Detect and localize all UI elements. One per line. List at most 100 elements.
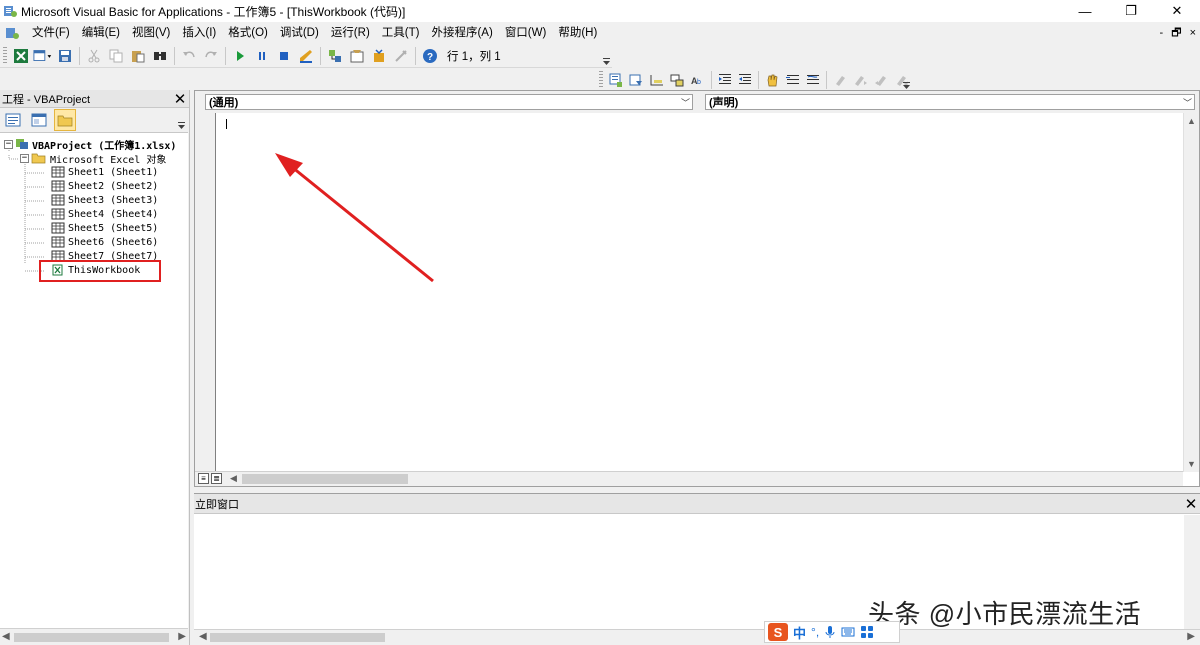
menu-edit[interactable]: 编辑(E): [76, 22, 126, 44]
collapse-icon[interactable]: −: [4, 139, 13, 149]
save-button[interactable]: [55, 46, 75, 66]
toggle-folders-button[interactable]: [54, 109, 76, 131]
immediate-window-close-button[interactable]: ✕: [1182, 495, 1200, 513]
toolbox-button[interactable]: [391, 46, 411, 66]
menu-tools[interactable]: 工具(T): [376, 22, 426, 44]
project-explorer-close-button[interactable]: ✕: [171, 90, 189, 108]
cut-button[interactable]: [84, 46, 104, 66]
tree-item-sheet1[interactable]: Sheet1 (Sheet1): [51, 165, 158, 179]
outdent-button[interactable]: [736, 70, 754, 90]
sogou-logo-icon[interactable]: S: [768, 623, 788, 641]
svg-text:b: b: [697, 79, 701, 86]
full-module-view-button[interactable]: ≣: [211, 473, 222, 484]
project-horizontal-scrollbar[interactable]: ◀ ▶: [0, 628, 188, 645]
previous-bookmark-button[interactable]: [872, 70, 890, 90]
uncomment-block-button[interactable]: [804, 70, 822, 90]
code-horizontal-scrollbar[interactable]: ≡ ≣ ◀: [195, 471, 1183, 486]
tree-item-sheet2[interactable]: Sheet2 (Sheet2): [51, 179, 158, 193]
object-dropdown[interactable]: (通用) ﹀: [205, 94, 693, 110]
code-vertical-scrollbar[interactable]: ▲ ▼: [1183, 113, 1199, 472]
project-explorer-button[interactable]: [325, 46, 345, 66]
view-excel-button[interactable]: [11, 46, 31, 66]
immediate-horizontal-scrollbar[interactable]: ◀ ▶: [194, 629, 1200, 645]
view-object-button[interactable]: [29, 110, 49, 130]
properties-window-button[interactable]: [347, 46, 367, 66]
code-editor[interactable]: [217, 113, 1183, 472]
help-button[interactable]: ?: [420, 46, 440, 66]
comment-block-button[interactable]: [784, 70, 802, 90]
complete-word-button[interactable]: Ab: [688, 70, 706, 90]
quick-info-button[interactable]: [647, 70, 665, 90]
mdi-close-button[interactable]: ×: [1190, 22, 1196, 44]
menu-format[interactable]: 格式(O): [222, 22, 274, 44]
scroll-left-icon[interactable]: ◀: [230, 473, 237, 484]
minimize-button[interactable]: —: [1062, 0, 1108, 22]
tree-item-sheet3[interactable]: Sheet3 (Sheet3): [51, 193, 158, 207]
tree-item-sheet5[interactable]: Sheet5 (Sheet5): [51, 221, 158, 235]
menu-file[interactable]: 文件(F): [26, 22, 76, 44]
microphone-icon[interactable]: [824, 625, 836, 639]
break-button[interactable]: [252, 46, 272, 66]
view-code-button[interactable]: [3, 110, 23, 130]
scroll-up-icon[interactable]: ▲: [1187, 116, 1196, 126]
procedure-dropdown[interactable]: (声明) ﹀: [705, 94, 1195, 110]
design-mode-button[interactable]: [296, 46, 316, 66]
find-button[interactable]: [150, 46, 170, 66]
procedure-view-button[interactable]: ≡: [198, 473, 209, 484]
scroll-down-icon[interactable]: ▼: [1187, 459, 1196, 469]
scroll-left-icon[interactable]: ◀: [2, 631, 10, 642]
previous-bookmark-icon: [875, 76, 887, 86]
immediate-vertical-scrollbar[interactable]: [1184, 515, 1200, 630]
toolbar-grip[interactable]: [599, 71, 603, 89]
menu-run[interactable]: 运行(R): [325, 22, 376, 44]
next-bookmark-button[interactable]: [852, 70, 870, 90]
tree-item-label: Sheet2 (Sheet2): [68, 180, 159, 192]
object-browser-button[interactable]: [369, 46, 389, 66]
keyboard-icon[interactable]: [841, 626, 855, 638]
menu-insert[interactable]: 插入(I): [176, 22, 222, 44]
ime-punctuation-toggle[interactable]: °,: [811, 625, 819, 639]
close-button[interactable]: ✕: [1154, 0, 1200, 22]
scroll-right-icon[interactable]: ▶: [1187, 631, 1195, 642]
list-constants-button[interactable]: [627, 70, 645, 90]
vba-menu-icon[interactable]: [4, 25, 20, 41]
mdi-minimize-button[interactable]: -: [1160, 22, 1164, 44]
paste-button[interactable]: [128, 46, 148, 66]
restore-button[interactable]: ❐: [1108, 0, 1154, 22]
scrollbar-thumb[interactable]: [242, 474, 408, 484]
scrollbar-thumb[interactable]: [14, 633, 169, 642]
menu-debug[interactable]: 调试(D): [274, 22, 325, 44]
indent-button[interactable]: [716, 70, 734, 90]
tree-item-sheet4[interactable]: Sheet4 (Sheet4): [51, 207, 158, 221]
insert-userform-button[interactable]: [33, 46, 53, 66]
menu-addins[interactable]: 外接程序(A): [425, 22, 498, 44]
ime-mode-toggle[interactable]: 中: [793, 623, 806, 642]
scroll-left-icon[interactable]: ◀: [199, 631, 207, 642]
project-toolbar-options-button[interactable]: [177, 110, 185, 130]
scrollbar-thumb[interactable]: [210, 633, 385, 642]
reset-button[interactable]: [274, 46, 294, 66]
run-button[interactable]: [230, 46, 250, 66]
menu-help[interactable]: 帮助(H): [552, 22, 603, 44]
toolbar-options-button[interactable]: [602, 46, 610, 66]
code-margin-indicator-bar[interactable]: [195, 113, 216, 472]
svg-text:?: ?: [427, 52, 433, 63]
menu-window[interactable]: 窗口(W): [499, 22, 553, 44]
parameter-info-button[interactable]: [668, 70, 686, 90]
scroll-right-icon[interactable]: ▶: [178, 631, 186, 642]
toolbar-grip[interactable]: [3, 46, 7, 65]
menu-view[interactable]: 视图(V): [126, 22, 176, 44]
collapse-icon[interactable]: −: [20, 153, 29, 163]
redo-button[interactable]: [201, 46, 221, 66]
copy-button[interactable]: [106, 46, 126, 66]
toggle-bookmark-button[interactable]: [831, 70, 849, 90]
mdi-restore-button[interactable]: 🗗: [1171, 22, 1181, 44]
toggle-breakpoint-button[interactable]: [763, 70, 781, 90]
tree-item-sheet6[interactable]: Sheet6 (Sheet6): [51, 235, 158, 249]
undo-button[interactable]: [179, 46, 199, 66]
toolbox-grid-icon[interactable]: [860, 625, 874, 639]
list-properties-button[interactable]: [607, 70, 625, 90]
edit-toolbar-options-button[interactable]: [902, 70, 910, 90]
tree-item-excel-objects[interactable]: − Microsoft Excel 对象: [20, 151, 166, 166]
tree-item-vbaproject[interactable]: − VBAProject (工作簿1.xlsx): [4, 137, 176, 152]
